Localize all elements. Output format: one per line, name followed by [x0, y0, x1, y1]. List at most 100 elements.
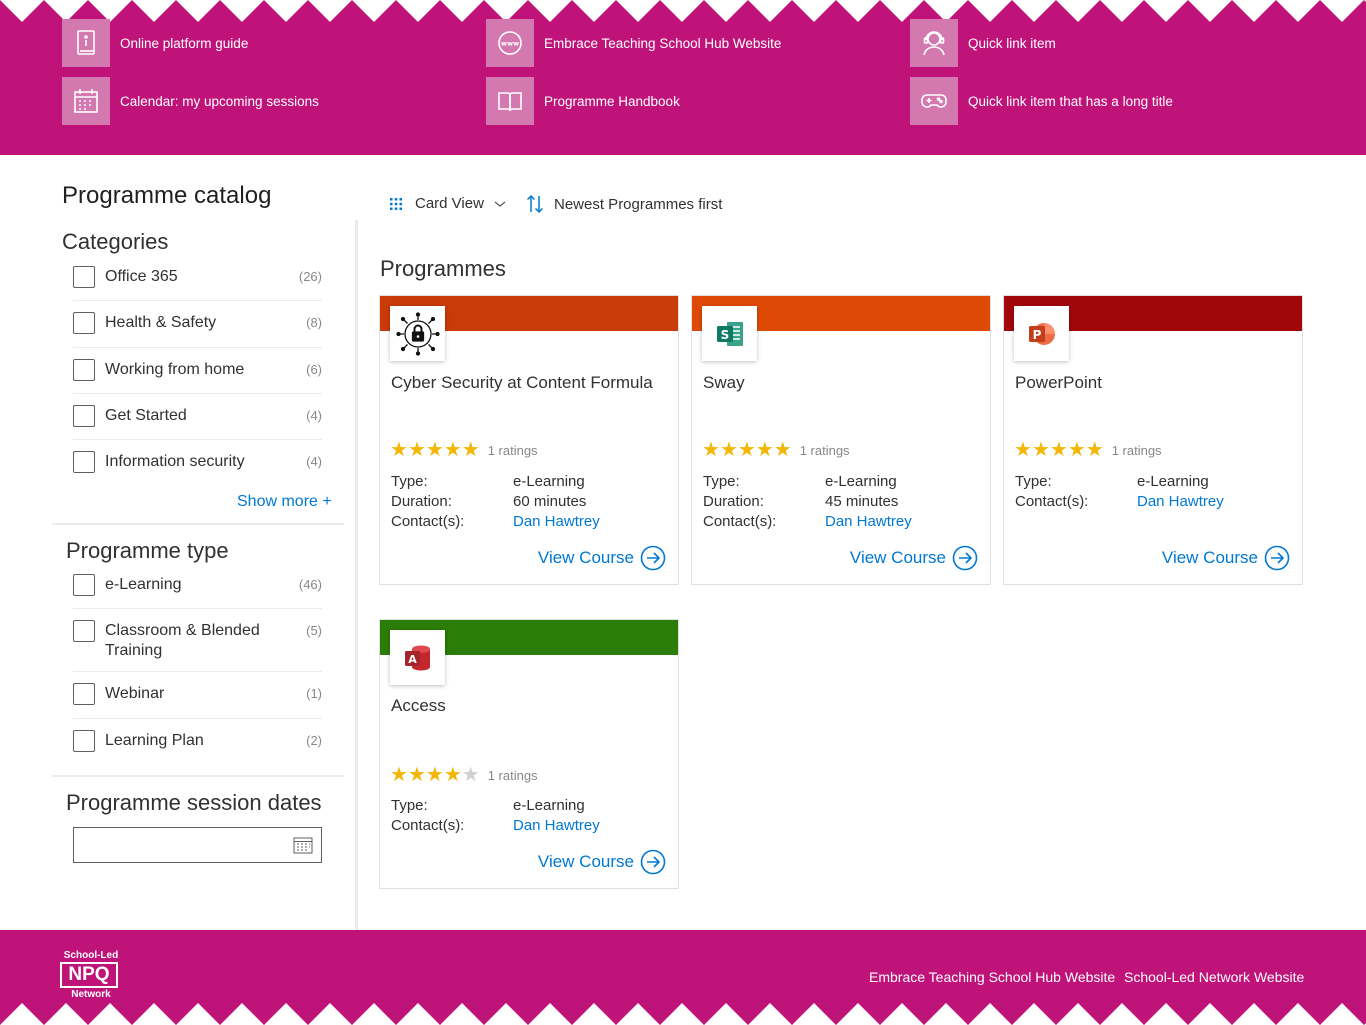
filter-count: (4) — [306, 408, 322, 423]
programme-type-heading: Programme type — [66, 538, 229, 563]
view-course-label: View Course — [1161, 548, 1258, 567]
sort-arrows-icon — [526, 194, 544, 214]
star-rating: ★ ★ ★ ★ ★ 1 ratings — [1014, 440, 1162, 460]
checkbox[interactable] — [73, 312, 95, 334]
star-filled-icon: ★ — [390, 764, 408, 786]
meta-key: Type: — [703, 473, 740, 490]
show-more-link[interactable]: Show more + — [237, 493, 332, 511]
divider — [73, 347, 322, 348]
star-empty-icon: ★ — [461, 764, 480, 786]
meta-key: Type: — [391, 473, 428, 490]
contact-link[interactable]: Dan Hawtrey — [513, 817, 600, 834]
logo-text-bottom: Network — [71, 989, 111, 1000]
view-course-label: View Course — [537, 852, 634, 871]
star-rating: ★ ★ ★ ★ ★ 1 ratings — [390, 440, 538, 460]
quick-link-item-long-title[interactable]: Quick link item that has a long title — [910, 77, 1173, 125]
star-filled-icon: ★ — [755, 439, 774, 461]
view-course-button[interactable]: View Course — [538, 545, 666, 571]
filter-label: Information security — [105, 453, 245, 470]
arrow-right-circle-icon — [640, 849, 666, 875]
star-filled-icon: ★ — [719, 439, 738, 461]
filter-get-started[interactable]: Get Started (4) — [73, 405, 322, 427]
view-course-button[interactable]: View Course — [1162, 545, 1290, 571]
filter-information-security[interactable]: Information security (4) — [73, 451, 322, 473]
checkbox[interactable] — [73, 266, 95, 288]
meta-key: Contact(s): — [391, 817, 465, 834]
filter-count: (26) — [298, 269, 322, 284]
star-filled-icon: ★ — [461, 439, 480, 461]
programme-card[interactable]: A Access ★ ★ ★ ★ ★ 1 ratings Type: e-Learning… — [379, 619, 679, 889]
card-title[interactable]: PowerPoint — [1015, 373, 1102, 393]
divider — [73, 608, 322, 609]
stars: ★ ★ ★ ★ ★ — [390, 765, 480, 785]
filter-health-safety[interactable]: Health & Safety (8) — [73, 312, 322, 334]
quick-link-item[interactable]: Quick link item — [910, 19, 1056, 67]
star-filled-icon: ★ — [407, 439, 426, 461]
checkbox[interactable] — [73, 683, 95, 705]
programmes-heading: Programmes — [380, 256, 506, 281]
checkbox[interactable] — [73, 451, 95, 473]
sway-icon: S — [702, 306, 757, 361]
meta-key: Contact(s): — [1015, 493, 1089, 510]
sort-label: Newest Programmes first — [554, 195, 723, 213]
star-filled-icon: ★ — [702, 439, 720, 461]
svg-text:www: www — [501, 40, 519, 48]
calendar-icon[interactable] — [293, 836, 313, 854]
filter-label: Get Started — [105, 407, 187, 424]
star-filled-icon: ★ — [443, 764, 462, 786]
view-course-button[interactable]: View Course — [538, 849, 666, 875]
view-course-button[interactable]: View Course — [850, 545, 978, 571]
sort-switcher[interactable]: Newest Programmes first — [526, 194, 722, 214]
filter-e-learning[interactable]: e-Learning (46) — [73, 574, 322, 596]
checkbox[interactable] — [73, 405, 95, 427]
contact-link[interactable]: Dan Hawtrey — [825, 513, 912, 530]
quick-link-calendar[interactable]: Calendar: my upcoming sessions — [62, 77, 319, 125]
programme-card[interactable]: P PowerPoint ★ ★ ★ ★ ★ 1 ratings Type: e-Lear… — [1003, 295, 1303, 585]
filter-office-365[interactable]: Office 365 (26) — [73, 266, 322, 288]
meta-value: e-Learning — [825, 473, 897, 490]
checkbox[interactable] — [73, 730, 95, 752]
star-filled-icon: ★ — [407, 764, 426, 786]
quick-link-programme-handbook[interactable]: Programme Handbook — [486, 77, 680, 125]
footer-link-embrace[interactable]: Embrace Teaching School Hub Website — [869, 969, 1115, 985]
card-title[interactable]: Sway — [703, 373, 745, 393]
quick-link-embrace-website[interactable]: www Embrace Teaching School Hub Website — [486, 19, 781, 67]
filter-webinar[interactable]: Webinar (1) — [73, 683, 322, 705]
star-rating: ★ ★ ★ ★ ★ 1 ratings — [702, 440, 850, 460]
meta-key: Contact(s): — [703, 513, 777, 530]
chevron-down-icon — [494, 200, 506, 207]
programme-card[interactable]: S Sway ★ ★ ★ ★ ★ 1 ratings Type: e-Learning D… — [691, 295, 991, 585]
filter-learning-plan[interactable]: Learning Plan (2) — [73, 730, 322, 752]
meta-key: Type: — [391, 797, 428, 814]
meta-key: Type: — [1015, 473, 1052, 490]
section-divider — [52, 523, 344, 525]
star-filled-icon: ★ — [390, 439, 408, 461]
quick-link-online-platform-guide[interactable]: Online platform guide — [62, 19, 248, 67]
quick-link-label: Embrace Teaching School Hub Website — [544, 35, 782, 51]
divider — [73, 718, 322, 719]
filter-working-from-home[interactable]: Working from home (6) — [73, 359, 322, 381]
checkbox[interactable] — [73, 359, 95, 381]
stars: ★ ★ ★ ★ ★ — [1014, 440, 1104, 460]
filter-classroom-blended[interactable]: Classroom & Blended Training (5) — [73, 620, 322, 661]
contact-link[interactable]: Dan Hawtrey — [513, 513, 600, 530]
session-date-input[interactable] — [73, 827, 322, 863]
headset-person-icon — [910, 19, 958, 67]
view-switcher[interactable]: Card View — [389, 195, 507, 212]
divider — [73, 671, 322, 672]
contact-link[interactable]: Dan Hawtrey — [1137, 493, 1224, 510]
footer-link-school-led[interactable]: School-Led Network Website — [1124, 969, 1304, 985]
calendar-icon — [62, 77, 110, 125]
programme-card[interactable]: Cyber Security at Content Formula ★ ★ ★ ★ ★ … — [379, 295, 679, 585]
sidebar-divider — [355, 220, 358, 930]
npq-logo[interactable]: School-Led NPQ Network — [60, 950, 122, 1008]
checkbox[interactable] — [73, 574, 95, 596]
meta-key: Duration: — [703, 493, 764, 510]
checkbox[interactable] — [73, 620, 95, 642]
card-title[interactable]: Cyber Security at Content Formula — [391, 373, 653, 393]
card-title[interactable]: Access — [391, 696, 446, 716]
meta-key: Duration: — [391, 493, 452, 510]
meta-type: Type: e-Learning — [1015, 473, 1209, 490]
grid-icon — [390, 197, 402, 210]
star-filled-icon: ★ — [1067, 439, 1086, 461]
